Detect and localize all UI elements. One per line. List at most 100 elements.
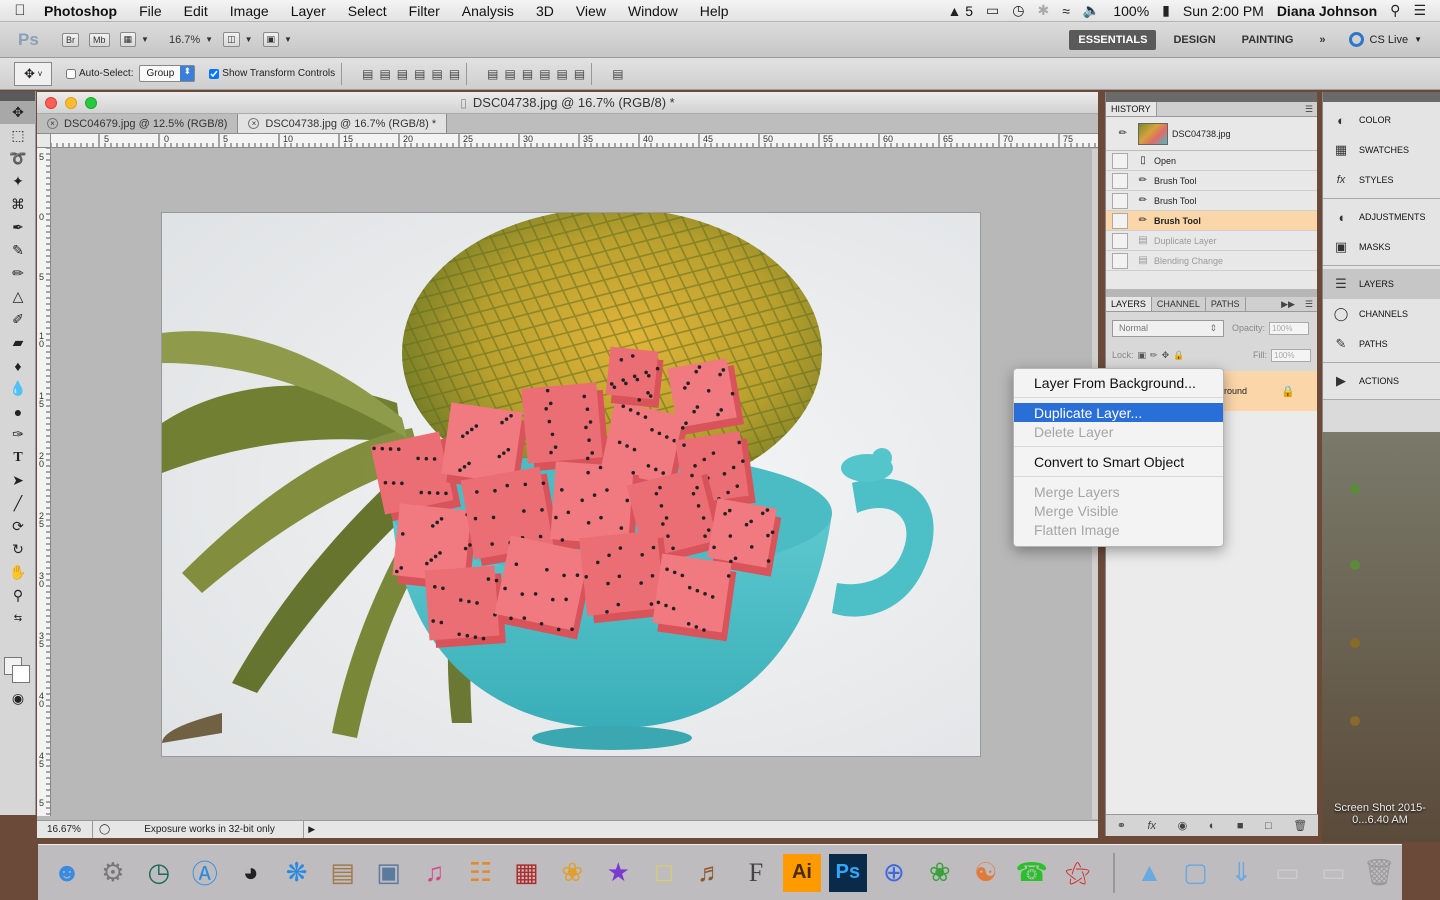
background-color-swatch[interactable] (12, 665, 30, 683)
photoshop-icon[interactable]: Ps (828, 853, 867, 892)
finder-icon[interactable]: ☻ (44, 850, 90, 896)
opacity-field[interactable]: 100% (1269, 321, 1310, 335)
line-tool-icon[interactable]: ╱ (0, 492, 36, 515)
arrange-documents-button[interactable]: ◫ (223, 32, 240, 47)
history-source-box[interactable] (1112, 192, 1128, 209)
tool-preset-picker[interactable]: ✥ v (14, 61, 52, 86)
fontbook-icon[interactable]: F (733, 850, 779, 896)
ibooks-icon[interactable]: ☷ (457, 850, 503, 896)
blend-mode-select[interactable]: Normal ⇕ (1112, 319, 1224, 337)
menu-item-layer-from-background[interactable]: Layer From Background... (1014, 373, 1223, 392)
time-machine-menubar-icon[interactable]: ◷ (1012, 2, 1024, 19)
history-source-box[interactable] (1112, 232, 1128, 249)
new-group-icon[interactable]: ■ (1237, 820, 1244, 832)
volume-icon[interactable]: 🔈 (1083, 2, 1100, 19)
healing-brush-tool-icon[interactable]: ✎ (0, 239, 36, 262)
document-canvas-photo[interactable] (161, 212, 981, 757)
minimize-window-button[interactable] (65, 97, 77, 109)
panel-menu-icon[interactable]: ☰ (1305, 104, 1317, 115)
illustrator-icon[interactable]: Ai (783, 853, 821, 892)
distribute-left-icon[interactable]: ▤ (539, 67, 550, 81)
airplay-icon[interactable]: ▭ (986, 2, 999, 19)
history-snapshot[interactable]: ✏ DSC04738.jpg (1106, 117, 1317, 151)
status-menu-arrow-icon[interactable]: ▶ (304, 824, 315, 835)
tab-channels[interactable]: CHANNEL (1152, 297, 1206, 311)
itunes-icon[interactable]: ♫ (412, 850, 458, 896)
distribute-top-icon[interactable]: ▤ (487, 67, 498, 81)
downloads-folder-icon[interactable]: ⇓ (1218, 850, 1264, 896)
menu-help[interactable]: Help (689, 3, 740, 19)
history-brush-source-icon[interactable]: ✏ (1112, 128, 1134, 139)
panel-actions[interactable]: ▶ ACTIONS (1323, 366, 1440, 396)
trash-icon[interactable]: 🗑 (1356, 850, 1402, 896)
screenshot-file-icon[interactable]: ▭ (1264, 850, 1310, 896)
notification-center-icon[interactable]: ☰ (1413, 2, 1426, 19)
tab-paths[interactable]: PATHS (1206, 297, 1246, 311)
layer-name[interactable]: round (1224, 386, 1247, 396)
apple-menu-icon[interactable]:  (0, 2, 40, 19)
panel-styles[interactable]: fx STYLES (1323, 165, 1440, 195)
canvas-area[interactable] (51, 149, 1092, 819)
menu-analysis[interactable]: Analysis (451, 3, 525, 19)
desktop-file-label[interactable]: Screen Shot 2015-0...6.40 AM (1328, 802, 1432, 826)
align-hcenter-icon[interactable]: ▤ (431, 67, 442, 81)
lock-all-icon[interactable]: 🔒 (1173, 350, 1184, 361)
screen-mode-button[interactable]: ▣ (262, 32, 280, 47)
menu-edit[interactable]: Edit (173, 3, 219, 19)
vertical-ruler[interactable]: 5 0 5 1 0 1 5 2 0 2 5 3 0 3 5 4 0 4 5 5 (37, 148, 51, 816)
eyedropper-tool-icon[interactable]: ✒ (0, 216, 36, 239)
sketchbook-icon[interactable]: ❀ (917, 850, 963, 896)
menu-item-convert-smart-object[interactable]: Convert to Smart Object (1014, 452, 1223, 471)
lasso-tool-icon[interactable]: ➰ (0, 147, 36, 170)
add-mask-icon[interactable]: ◉ (1178, 819, 1188, 832)
history-step-undone[interactable]: ▤ Duplicate Layer (1106, 231, 1317, 251)
chevron-down-icon[interactable]: ▼ (284, 35, 292, 44)
clone-stamp-tool-icon[interactable]: △ (0, 285, 36, 308)
document-titlebar[interactable]: ▯ DSC04738.jpg @ 16.7% (RGB/8) * (37, 92, 1098, 114)
dashboard-icon[interactable]: ◕ (228, 850, 274, 896)
adjustment-layer-icon[interactable]: ◐ (1209, 820, 1216, 832)
quick-mask-icon[interactable]: ◉ (0, 687, 36, 710)
panel-paths[interactable]: ✎ PATHS (1323, 329, 1440, 359)
quick-selection-tool-icon[interactable]: ✦ (0, 170, 36, 193)
crop-tool-icon[interactable]: ⌘ (0, 193, 36, 216)
photos-icon[interactable]: ❀ (549, 850, 595, 896)
chevron-down-icon[interactable]: ▼ (141, 35, 149, 44)
history-step[interactable]: ✏ Brush Tool (1106, 191, 1317, 211)
menu-3d[interactable]: 3D (525, 3, 565, 19)
align-top-icon[interactable]: ▤ (362, 67, 373, 81)
marquee-tool-icon[interactable]: ⬚ (0, 124, 36, 147)
launch-mini-bridge-button[interactable]: Mb (89, 32, 110, 47)
screenshot-file-icon-2[interactable]: ▭ (1310, 850, 1356, 896)
close-tab-icon[interactable]: × (248, 118, 260, 129)
align-left-icon[interactable]: ▤ (414, 67, 425, 81)
zoom-tool-icon[interactable]: ⚲ (0, 584, 36, 607)
panel-layers[interactable]: ☰ LAYERS (1323, 269, 1440, 299)
panel-grip[interactable] (1106, 92, 1317, 102)
lock-transparent-icon[interactable]: ▣ (1138, 350, 1147, 361)
fill-field[interactable]: 100% (1271, 348, 1311, 362)
horizontal-ruler[interactable]: 5 0 5 10 15 20 25 30 35 40 45 50 55 60 6… (51, 134, 1098, 148)
auto-select-target-select[interactable]: Group (139, 65, 196, 82)
view-extras-button[interactable]: ▦ (119, 32, 137, 47)
acrobat-icon[interactable]: ⚝ (1055, 850, 1101, 896)
ruler-origin[interactable] (37, 134, 51, 148)
status-info-icon[interactable]: ◯ (93, 824, 116, 835)
facetime-icon[interactable]: ☎ (1009, 850, 1055, 896)
distribute-vcenter-icon[interactable]: ▤ (505, 67, 516, 81)
doc-tab-dsc04679[interactable]: × DSC04679.jpg @ 12.5% (RGB/8) (37, 114, 239, 133)
garageband-icon[interactable]: ♬ (687, 850, 733, 896)
menu-filter[interactable]: Filter (398, 3, 451, 19)
launch-bridge-button[interactable]: Br (62, 32, 79, 47)
menu-item-merge-visible[interactable]: Merge Visible (1014, 501, 1223, 520)
documents-folder-icon[interactable]: ▢ (1173, 850, 1219, 896)
history-step-current[interactable]: ✏ Brush Tool (1106, 211, 1317, 231)
delete-layer-icon[interactable]: 🗑 (1293, 819, 1307, 832)
history-step-undone[interactable]: ▤ Blending Change (1106, 251, 1317, 271)
menu-app-name[interactable]: Photoshop (40, 3, 128, 19)
auto-align-layers-icon[interactable]: ▤ (612, 67, 623, 81)
panel-expand-icon[interactable]: ▶▶ (1281, 299, 1299, 310)
paint-bucket-tool-icon[interactable]: ♦ (0, 354, 36, 377)
contacts-icon[interactable]: ▤ (320, 850, 366, 896)
safari-icon[interactable]: ❋ (274, 850, 320, 896)
